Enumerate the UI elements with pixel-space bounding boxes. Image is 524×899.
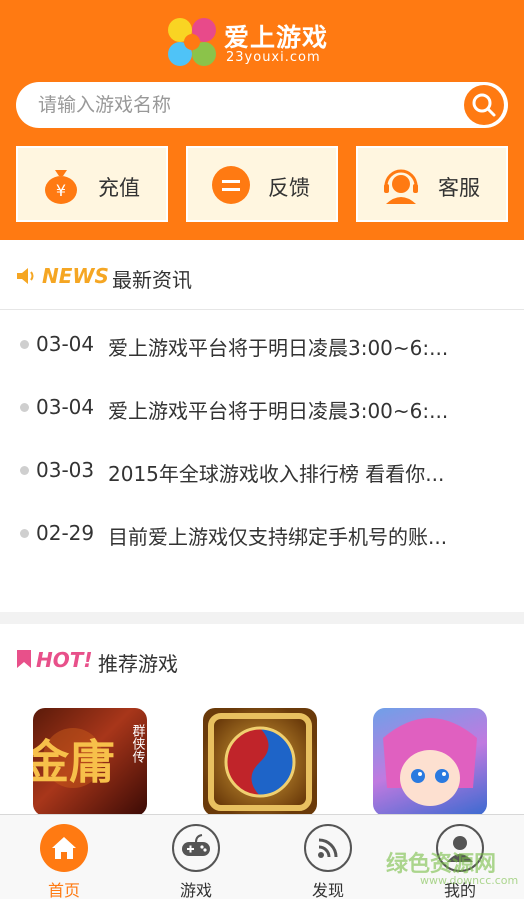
game-icon-jinyong[interactable]: 金庸 群侠传 — [33, 708, 147, 816]
game-icon-anime[interactable] — [373, 708, 487, 816]
tab-discover[interactable]: 发现 — [278, 815, 378, 899]
news-title: 最新资讯 — [112, 268, 192, 292]
news-item[interactable]: 03-03 2015年全球游戏收入排行榜 看看你... — [20, 452, 510, 492]
bullet-icon — [20, 466, 29, 475]
search-bar — [16, 82, 508, 128]
hot-badge: HOT! — [36, 648, 93, 672]
news-date: 03-04 — [36, 395, 95, 419]
news-header: NEWS 最新资讯 — [0, 240, 524, 310]
svg-text:¥: ¥ — [56, 181, 66, 200]
bullet-icon — [20, 340, 29, 349]
tab-home[interactable]: 首页 — [14, 815, 114, 899]
feedback-icon — [212, 166, 250, 204]
game-subtitle-text: 群侠传 — [130, 724, 146, 763]
game-artwork-icon — [383, 718, 477, 806]
search-input[interactable] — [38, 82, 458, 128]
watermark-subtext: www.downcc.com — [420, 874, 519, 887]
hot-title: 推荐游戏 — [98, 652, 178, 676]
rss-icon — [304, 824, 352, 872]
bullet-icon — [20, 529, 29, 538]
feedback-button[interactable]: 反馈 — [186, 146, 338, 222]
logo-title: 爱上游戏 — [224, 23, 329, 52]
game-artwork-icon — [208, 713, 312, 811]
home-icon — [40, 824, 88, 872]
logo-subtitle: 23youxi.com — [226, 50, 321, 65]
news-item[interactable]: 03-04 爱上游戏平台将于明日凌晨3:00~6:... — [20, 389, 510, 429]
tab-games-label: 游戏 — [179, 881, 212, 899]
news-item[interactable]: 03-04 爱上游戏平台将于明日凌晨3:00~6:... — [20, 326, 510, 366]
news-title-text: 2015年全球游戏收入排行榜 看看你... — [108, 462, 445, 486]
news-date: 02-29 — [36, 521, 95, 545]
hot-games-section: HOT! 推荐游戏 金庸 群侠传 — [0, 624, 524, 824]
app-header: 爱上游戏 23youxi.com ¥ 充值 反馈 — [0, 0, 524, 240]
bookmark-icon — [17, 650, 31, 668]
app-logo: 爱上游戏 23youxi.com — [166, 16, 358, 68]
news-date: 03-03 — [36, 458, 95, 482]
recharge-label: 充值 — [98, 176, 140, 200]
tab-home-label: 首页 — [47, 881, 80, 899]
search-button[interactable] — [464, 85, 504, 125]
headset-icon — [384, 169, 418, 204]
news-title-text: 目前爱上游戏仅支持绑定手机号的账... — [108, 525, 448, 549]
feedback-label: 反馈 — [268, 176, 310, 200]
news-section: NEWS 最新资讯 03-04 爱上游戏平台将于明日凌晨3:00~6:... 0… — [0, 240, 524, 612]
customer-service-label: 客服 — [438, 176, 480, 200]
game-icon-orb[interactable] — [203, 708, 317, 816]
search-icon — [472, 93, 496, 117]
logo-mark-icon — [168, 18, 216, 66]
tab-discover-label: 发现 — [311, 881, 344, 899]
game-artwork-icon: 金庸 群侠传 — [33, 724, 146, 789]
recharge-button[interactable]: ¥ 充值 — [16, 146, 168, 222]
customer-service-button[interactable]: 客服 — [356, 146, 508, 222]
news-date: 03-04 — [36, 332, 95, 356]
news-item[interactable]: 02-29 目前爱上游戏仅支持绑定手机号的账... — [20, 515, 510, 555]
money-bag-icon: ¥ — [45, 170, 77, 204]
news-badge: NEWS — [42, 264, 109, 288]
tab-games[interactable]: 游戏 — [146, 815, 246, 899]
gamepad-icon — [172, 824, 220, 872]
speaker-icon — [17, 268, 34, 284]
bullet-icon — [20, 403, 29, 412]
news-title-text: 爱上游戏平台将于明日凌晨3:00~6:... — [108, 399, 449, 423]
game-title-text: 金庸 — [33, 735, 115, 789]
hot-header: HOT! 推荐游戏 — [0, 624, 524, 694]
news-title-text: 爱上游戏平台将于明日凌晨3:00~6:... — [108, 336, 449, 360]
